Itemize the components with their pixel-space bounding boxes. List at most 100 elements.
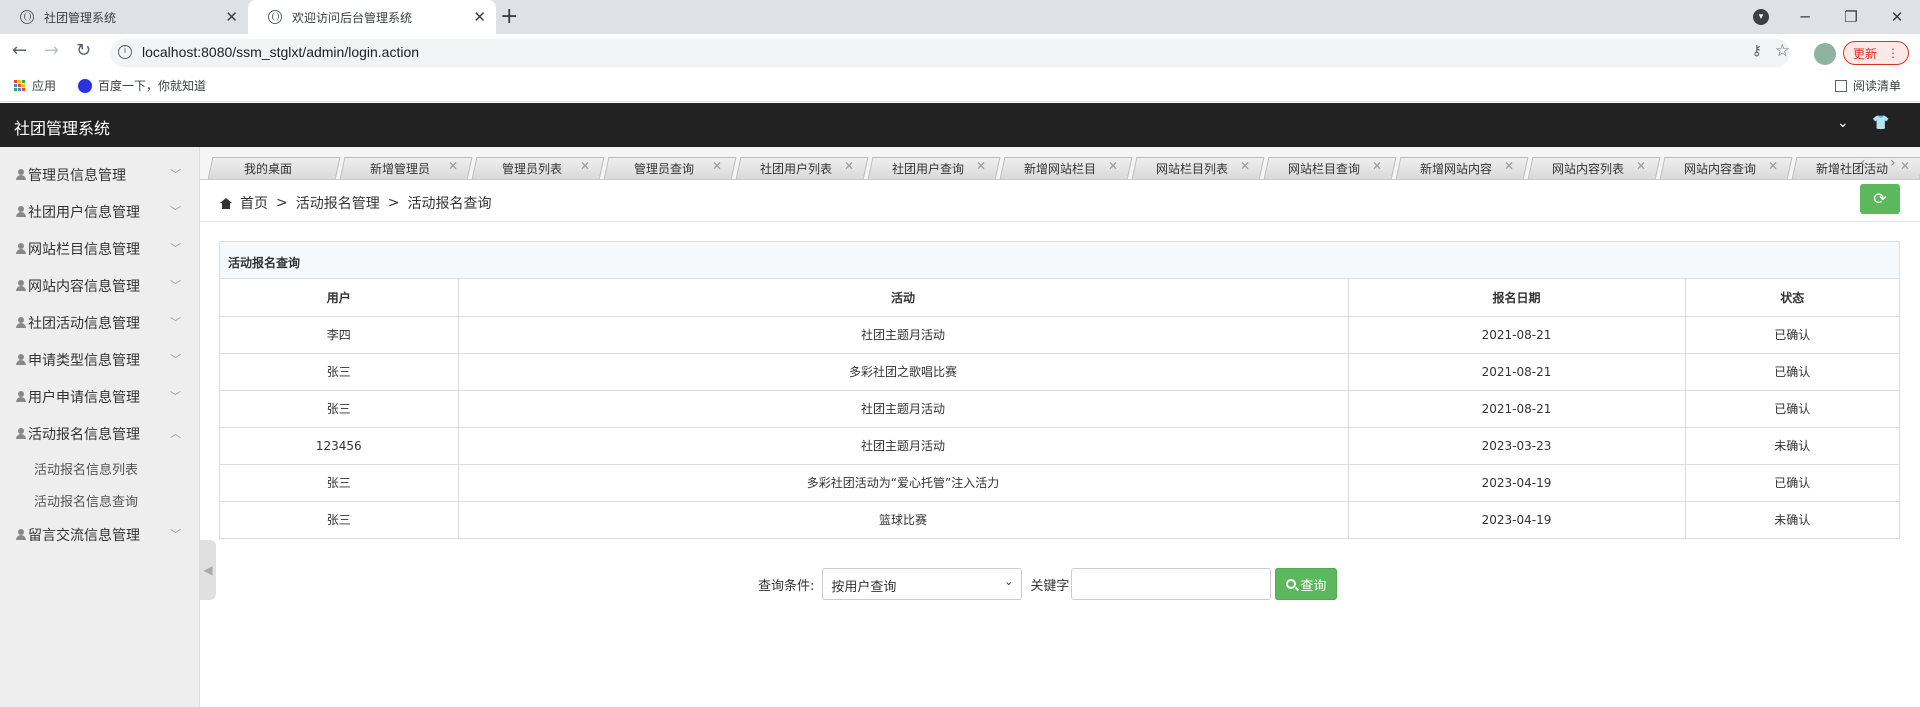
breadcrumb-home[interactable]: 首页: [240, 193, 268, 213]
sidebar-item-site-content[interactable]: 网站内容信息管理 ﹀: [0, 267, 199, 304]
tab-scroll-left-icon[interactable]: ‹: [1860, 155, 1866, 171]
forward-icon[interactable]: →: [44, 40, 59, 61]
page-tab-label[interactable]: 管理员列表: [472, 160, 592, 178]
condition-select[interactable]: 按用户查询 ⌄: [822, 568, 1023, 600]
sidebar-collapse-handle[interactable]: ◀: [200, 540, 216, 600]
tab-close-icon[interactable]: ✕: [473, 8, 486, 26]
table-row: 张三 多彩社团之歌唱比赛 2021-08-21 已确认: [220, 352, 1899, 391]
column-header-date: 报名日期: [1347, 279, 1686, 317]
cell-activity: 社团主题月活动: [457, 389, 1349, 428]
user-icon: [16, 317, 26, 328]
page-tab-close-icon[interactable]: ✕: [1240, 159, 1250, 173]
sidebar-item-label: 网站栏目信息管理: [28, 241, 140, 258]
chevron-down-icon: ﹀: [170, 279, 181, 292]
page-tab-close-icon[interactable]: ✕: [844, 159, 854, 173]
sidebar-item-application-types[interactable]: 申请类型信息管理 ﹀: [0, 341, 199, 378]
refresh-button[interactable]: ⟳: [1860, 184, 1900, 214]
bookmark-apps[interactable]: 应用: [14, 77, 56, 94]
cell-user: 张三: [220, 463, 459, 502]
sidebar-item-club-activities[interactable]: 社团活动信息管理 ﹀: [0, 304, 199, 341]
page-tab-label[interactable]: 新增网站栏目: [1000, 160, 1120, 178]
cell-activity: 多彩社团之歌唱比赛: [457, 352, 1349, 391]
sidebar-item-admin[interactable]: 管理员信息管理 ﹀: [0, 156, 199, 193]
user-icon: [16, 354, 26, 365]
cell-activity: 多彩社团活动为“爱心托管”注入活力: [457, 463, 1349, 502]
reload-icon[interactable]: ↻: [76, 40, 91, 61]
page-tab-close-icon[interactable]: ✕: [1108, 159, 1118, 173]
page-tab-close-icon[interactable]: ✕: [580, 159, 590, 173]
page-tab-close-icon[interactable]: ✕: [448, 159, 458, 173]
cell-user: 123456: [220, 426, 459, 465]
tab-scroll-right-icon[interactable]: ›: [1890, 155, 1896, 171]
key-icon[interactable]: ⚷: [1752, 43, 1762, 59]
page-tab-label[interactable]: 我的桌面: [208, 160, 328, 178]
browser-tab-2[interactable]: 欢迎访问后台管理系统 ✕: [248, 0, 496, 34]
page-tab-close-icon[interactable]: ✕: [1372, 159, 1382, 173]
cell-status: 已确认: [1684, 463, 1899, 502]
page-tab-label[interactable]: 网站栏目列表: [1132, 160, 1252, 178]
update-label: 更新: [1852, 46, 1877, 61]
chevron-down-icon: ﹀: [170, 205, 181, 218]
sidebar-item-club-users[interactable]: 社团用户信息管理 ﹀: [0, 193, 199, 230]
address-bar[interactable]: i localhost:8080/ssm_stglxt/admin/login.…: [110, 39, 1790, 67]
close-window-icon[interactable]: ✕: [1874, 8, 1920, 26]
column-header-activity: 活动: [457, 279, 1349, 317]
chevron-down-icon[interactable]: ⌄: [1837, 115, 1849, 131]
page-tab-label[interactable]: 网站内容列表: [1528, 160, 1648, 178]
browser-tab-1[interactable]: 社团管理系统 ✕: [0, 0, 248, 34]
cell-user: 李四: [220, 315, 459, 354]
tshirt-icon[interactable]: 👕: [1872, 115, 1889, 131]
new-tab-button[interactable]: +: [500, 4, 518, 29]
sidebar-subitem-signup-query[interactable]: 活动报名信息查询: [0, 484, 199, 516]
page-tab-label[interactable]: 网站栏目查询: [1264, 160, 1384, 178]
back-icon[interactable]: ←: [12, 40, 27, 61]
page-tab-close-icon[interactable]: ✕: [1768, 159, 1778, 173]
reading-list[interactable]: 阅读清单: [1835, 77, 1901, 94]
page-tab-close-icon[interactable]: ✕: [712, 159, 722, 173]
sidebar-item-messages[interactable]: 留言交流信息管理 ﹀: [0, 516, 199, 553]
sidebar-item-label: 社团活动信息管理: [28, 315, 140, 332]
url-text[interactable]: localhost:8080/ssm_stglxt/admin/login.ac…: [142, 44, 419, 60]
update-button[interactable]: 更新 ⋮: [1843, 41, 1909, 65]
breadcrumb-level1[interactable]: 活动报名管理: [296, 193, 380, 213]
sidebar-item-site-columns[interactable]: 网站栏目信息管理 ﹀: [0, 230, 199, 267]
chevron-down-icon: ﹀: [170, 528, 181, 541]
reading-list-label: 阅读清单: [1853, 79, 1902, 93]
page-tab-label[interactable]: 新增网站内容: [1396, 160, 1516, 178]
sidebar-item-activity-signup[interactable]: 活动报名信息管理 ︿: [0, 415, 199, 452]
page-tab-label[interactable]: 网站内容查询: [1660, 160, 1780, 178]
keyword-input[interactable]: [1071, 568, 1272, 600]
app-title[interactable]: 社团管理系统: [14, 115, 110, 139]
sidebar-item-user-applications[interactable]: 用户申请信息管理 ﹀: [0, 378, 199, 415]
sidebar-subitem-signup-list[interactable]: 活动报名信息列表: [0, 452, 199, 484]
sidebar-item-label: 活动报名信息管理: [28, 426, 140, 443]
page-tab-close-icon[interactable]: ✕: [1900, 159, 1910, 173]
search-icon: [1286, 579, 1297, 589]
chevron-down-icon: ﹀: [170, 168, 181, 181]
page-tab-close-icon[interactable]: ✕: [1504, 159, 1514, 173]
search-button[interactable]: 查询: [1275, 568, 1338, 600]
restore-icon[interactable]: ❐: [1828, 8, 1874, 26]
page-tab-label[interactable]: 社团用户查询: [868, 160, 988, 178]
page-tab-label[interactable]: 管理员查询: [604, 160, 724, 178]
reading-list-icon: [1835, 79, 1847, 92]
bookmark-baidu[interactable]: 百度一下，你就知道: [78, 77, 206, 94]
minimize-icon[interactable]: ─: [1782, 8, 1828, 26]
chevron-down-icon: ⌄: [1004, 575, 1014, 588]
page-tab-label[interactable]: 新增管理员: [340, 160, 460, 178]
breadcrumb: 首页 > 活动报名管理 > 活动报名查询: [200, 180, 1920, 222]
page-tab-label[interactable]: 社团用户列表: [736, 160, 856, 178]
info-icon[interactable]: i: [118, 45, 132, 59]
profile-avatar[interactable]: [1814, 43, 1836, 65]
page-tab-close-icon[interactable]: ✕: [976, 159, 986, 173]
user-icon: [16, 529, 26, 540]
home-icon[interactable]: [220, 197, 232, 209]
user-icon: [16, 206, 26, 217]
chevron-down-icon: ﹀: [170, 390, 181, 403]
page-tab-close-icon[interactable]: ✕: [1636, 159, 1646, 173]
bookmark-star-icon[interactable]: ☆: [1775, 41, 1790, 61]
sidebar-item-label: 用户申请信息管理: [28, 389, 140, 406]
condition-label: 查询条件:: [758, 578, 815, 594]
tab-close-icon[interactable]: ✕: [225, 8, 238, 26]
tab-search-icon[interactable]: ▾: [1753, 9, 1769, 25]
